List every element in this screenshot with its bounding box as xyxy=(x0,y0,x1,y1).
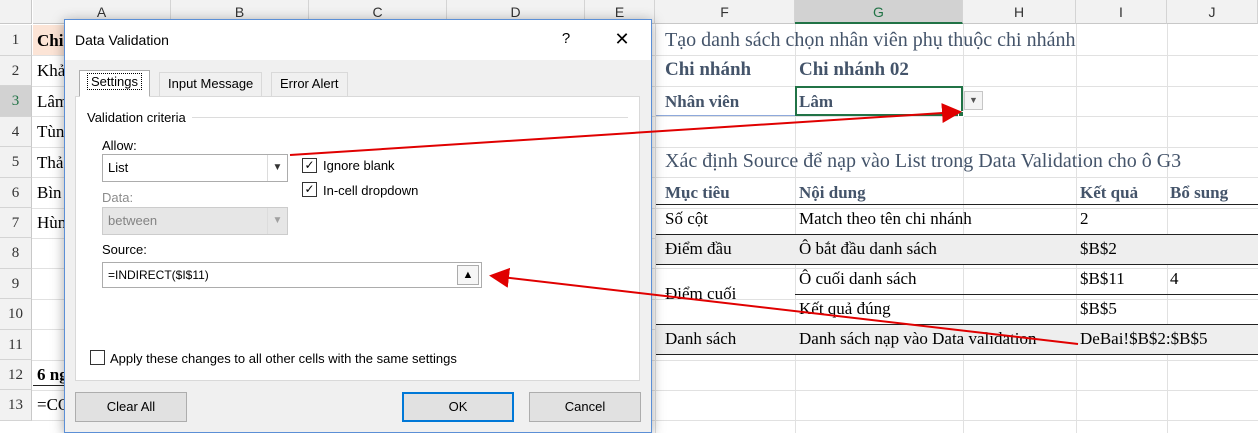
tab-settings[interactable]: Settings xyxy=(79,70,150,97)
row-header-6[interactable]: 6 xyxy=(0,178,32,208)
ignore-blank-checkbox[interactable]: ✓ xyxy=(302,158,317,173)
settings-panel xyxy=(75,96,640,381)
row11-goal[interactable]: Danh sách xyxy=(665,329,736,349)
row10-content[interactable]: Kết quả đúng xyxy=(799,299,891,319)
cell-dropdown-arrow-icon[interactable]: ▼ xyxy=(964,91,983,110)
chevron-down-icon: ▼ xyxy=(267,208,287,234)
col-header-g[interactable]: G xyxy=(795,0,963,24)
col-header-f[interactable]: F xyxy=(655,0,795,24)
employee-label[interactable]: Nhân viên xyxy=(665,92,739,112)
row-header-1[interactable]: 1 xyxy=(0,25,32,56)
branch-label[interactable]: Chi nhánh xyxy=(665,59,751,81)
col-header-j[interactable]: J xyxy=(1167,0,1258,24)
cell-a4[interactable]: Tùn xyxy=(37,122,64,142)
row8-result[interactable]: $B$2 xyxy=(1080,239,1117,259)
chevron-down-icon[interactable]: ▼ xyxy=(267,155,287,181)
tab-input-message[interactable]: Input Message xyxy=(159,72,263,96)
cell-a7[interactable]: Hùn xyxy=(37,213,66,233)
row-header-7[interactable]: 7 xyxy=(0,208,32,238)
row-header-2[interactable]: 2 xyxy=(0,56,32,86)
group-divider xyxy=(192,117,628,118)
row7-result[interactable]: 2 xyxy=(1080,209,1089,229)
cell-a1[interactable]: Chi xyxy=(37,31,63,51)
tab-settings-label: Settings xyxy=(87,73,142,90)
data-validation-dialog: Data Validation ? ✕ Settings Input Messa… xyxy=(64,19,652,433)
row7-goal[interactable]: Số cột xyxy=(665,209,708,229)
cell-a6[interactable]: Bìn xyxy=(37,183,62,203)
row9-content[interactable]: Ô cuối danh sách xyxy=(799,269,917,289)
row8-goal[interactable]: Điểm đầu xyxy=(665,239,732,259)
row-header-5[interactable]: 5 xyxy=(0,147,32,178)
tab-error-alert[interactable]: Error Alert xyxy=(271,72,348,96)
row-header-8[interactable]: 8 xyxy=(0,238,32,269)
row-header-10[interactable]: 10 xyxy=(0,299,32,330)
collapse-dialog-icon[interactable]: ▲ xyxy=(457,265,479,285)
allow-label: Allow: xyxy=(102,138,137,153)
data-select-value: between xyxy=(108,213,158,228)
row-header-12[interactable]: 12 xyxy=(0,360,32,390)
section-title-1: Tạo danh sách chọn nhân viên phụ thuộc c… xyxy=(665,29,1076,51)
table-header-extra[interactable]: Bổ sung xyxy=(1170,183,1228,203)
source-input-value: =INDIRECT($I$11) xyxy=(108,268,209,282)
allow-select-value: List xyxy=(108,160,129,175)
tab-input-message-label: Input Message xyxy=(168,76,254,91)
cell-a5[interactable]: Thả xyxy=(37,153,63,173)
row9-result[interactable]: $B$11 xyxy=(1080,269,1125,289)
cancel-button[interactable]: Cancel xyxy=(529,392,641,422)
section-title-2: Xác định Source để nạp vào List trong Da… xyxy=(665,150,1182,172)
table-header-content[interactable]: Nội dung xyxy=(799,183,866,203)
row-header-3[interactable]: 3 xyxy=(0,86,32,117)
clear-all-button[interactable]: Clear All xyxy=(75,392,187,422)
data-label: Data: xyxy=(102,190,134,205)
dialog-title: Data Validation xyxy=(75,32,169,48)
ignore-blank-label[interactable]: Ignore blank xyxy=(323,158,395,173)
row8-content[interactable]: Ô bắt đầu danh sách xyxy=(799,239,937,259)
select-all-corner[interactable] xyxy=(0,0,32,24)
in-cell-dropdown-checkbox[interactable]: ✓ xyxy=(302,182,317,197)
close-icon[interactable]: ✕ xyxy=(605,26,639,52)
row-header-13[interactable]: 13 xyxy=(0,390,32,421)
ok-button[interactable]: OK xyxy=(402,392,514,422)
source-input[interactable]: =INDIRECT($I$11) ▲ xyxy=(102,262,482,288)
active-cell-g3 xyxy=(795,86,963,116)
row11-content[interactable]: Danh sách nạp vào Data validation xyxy=(799,329,1036,349)
row7-content[interactable]: Match theo tên chi nhánh xyxy=(799,209,972,229)
row-header-11[interactable]: 11 xyxy=(0,330,32,360)
row9-10-goal[interactable]: Điểm cuối xyxy=(665,284,736,304)
row11-result[interactable]: DeBai!$B$2:$B$5 xyxy=(1080,329,1208,349)
cell-a2[interactable]: Khả xyxy=(37,61,65,81)
tab-error-alert-label: Error Alert xyxy=(280,76,339,91)
branch-value[interactable]: Chi nhánh 02 xyxy=(799,59,909,81)
apply-all-checkbox[interactable] xyxy=(90,350,105,365)
table-header-goal[interactable]: Mục tiêu xyxy=(665,183,730,203)
table-header-result[interactable]: Kết quả xyxy=(1080,183,1138,203)
apply-all-label[interactable]: Apply these changes to all other cells w… xyxy=(110,351,457,366)
validation-criteria-label: Validation criteria xyxy=(87,110,186,125)
in-cell-dropdown-label[interactable]: In-cell dropdown xyxy=(323,183,418,198)
data-select: between ▼ xyxy=(102,207,288,235)
col-header-i[interactable]: I xyxy=(1076,0,1167,24)
help-icon[interactable]: ? xyxy=(553,26,579,52)
fill-handle[interactable] xyxy=(958,111,964,117)
row-header-4[interactable]: 4 xyxy=(0,117,32,147)
dialog-titlebar[interactable]: Data Validation ? ✕ xyxy=(65,20,651,60)
row9-extra[interactable]: 4 xyxy=(1170,269,1179,289)
row-header-9[interactable]: 9 xyxy=(0,269,32,299)
source-label: Source: xyxy=(102,242,147,257)
allow-select[interactable]: List ▼ xyxy=(102,154,288,182)
row10-result[interactable]: $B$5 xyxy=(1080,299,1117,319)
col-header-h[interactable]: H xyxy=(963,0,1076,24)
